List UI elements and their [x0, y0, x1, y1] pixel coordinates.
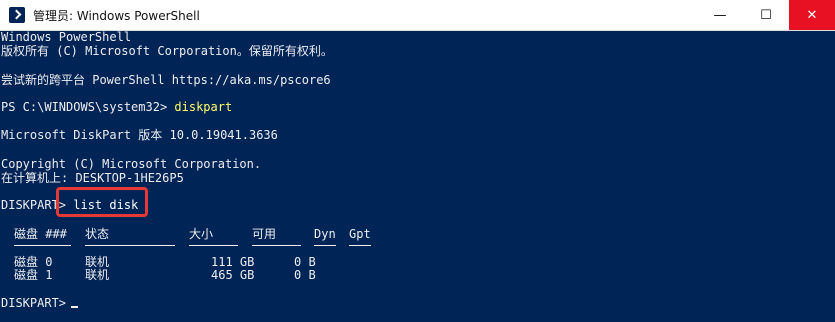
copyright-line: Copyright (C) Microsoft Corporation.	[1, 157, 262, 171]
ps-prompt: PS C:\WINDOWS\system32>	[1, 100, 175, 114]
header-underline-disk	[14, 245, 71, 246]
banner-line-1: Windows PowerShell	[1, 30, 132, 44]
header-status: 状态	[85, 227, 110, 241]
minimize-button[interactable]: —	[697, 0, 743, 30]
header-underline-size	[189, 245, 238, 246]
header-size: 大小	[189, 227, 214, 241]
row-0-size: 111 GB	[211, 255, 255, 269]
pscore-tip: 尝试新的跨平台 PowerShell https://aka.ms/pscore…	[1, 73, 331, 87]
row-1-disk: 磁盘 1	[14, 268, 53, 282]
row-1-size: 465 GB	[211, 268, 255, 282]
text-cursor	[71, 306, 78, 308]
header-underline-free	[252, 245, 301, 246]
header-underline-status	[85, 245, 175, 246]
row-0-free: 0 B	[294, 255, 316, 269]
row-1-status: 联机	[85, 268, 110, 282]
title-bar[interactable]: 管理员: Windows PowerShell — ☐ ✕	[0, 0, 835, 31]
diskpart-version: Microsoft DiskPart 版本 10.0.19041.3636	[1, 128, 278, 142]
console-output[interactable]: Windows PowerShell 版权所有 (C) Microsoft Co…	[0, 30, 835, 322]
ps-prompt-line: PS C:\WINDOWS\system32> diskpart	[1, 100, 232, 114]
maximize-button[interactable]: ☐	[743, 0, 789, 30]
window-controls: — ☐ ✕	[697, 0, 835, 30]
row-1-free: 0 B	[294, 268, 316, 282]
header-underline-dyn	[314, 245, 336, 246]
command-highlight-box	[56, 187, 148, 217]
ps-command: diskpart	[174, 100, 233, 114]
header-dyn: Dyn	[314, 227, 336, 241]
powershell-icon	[9, 7, 25, 23]
window-title: 管理员: Windows PowerShell	[33, 8, 200, 23]
close-button[interactable]: ✕	[789, 0, 835, 30]
row-0-disk: 磁盘 0	[14, 255, 53, 269]
header-free: 可用	[252, 227, 277, 241]
header-disk: 磁盘 ###	[14, 227, 67, 241]
computer-line: 在计算机上: DESKTOP-1HE26P5	[1, 171, 184, 185]
banner-line-2: 版权所有 (C) Microsoft Corporation。保留所有权利。	[1, 44, 333, 58]
header-underline-gpt	[349, 245, 371, 246]
row-0-status: 联机	[85, 255, 110, 269]
final-prompt: DISKPART>	[1, 296, 74, 310]
header-gpt: Gpt	[349, 227, 371, 241]
